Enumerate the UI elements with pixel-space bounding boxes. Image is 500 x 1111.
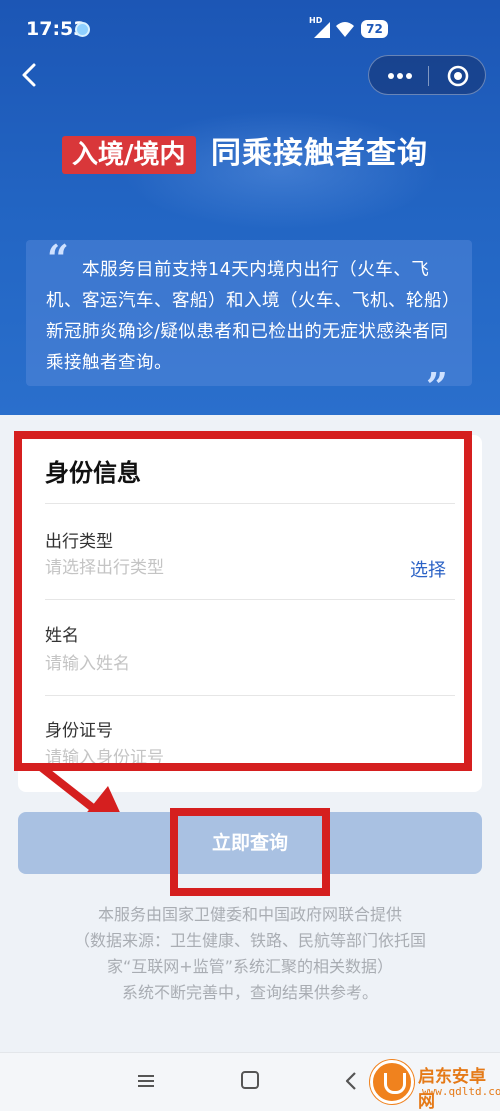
header-area: 17:53 HD 72 入境/境内 同乘接触者查询 “ 本服务目前支持14天内境… <box>0 0 500 415</box>
more-dots-icon[interactable] <box>385 68 415 84</box>
highlight-box-button <box>170 808 330 896</box>
signal-icon <box>314 22 330 38</box>
footer-line: （数据来源：卫生健康、铁路、民航等部门依托国 <box>73 931 426 950</box>
back-chevron-icon[interactable] <box>14 58 46 92</box>
service-notice: “ 本服务目前支持14天内境内出行（火车、飞机、客运汽车、客船）和入境（火车、飞… <box>26 236 472 409</box>
mini-program-capsule <box>368 55 486 95</box>
site-watermark: 启东安卓网 www.qdltd.com <box>370 1060 500 1111</box>
footer-line: 本服务由国家卫健委和中国政府网联合提供 <box>97 905 402 924</box>
entry-domestic-badge: 入境/境内 <box>62 136 196 174</box>
watermark-logo-icon <box>370 1060 414 1104</box>
close-quote-mark: ” <box>426 364 448 409</box>
footer-line: 家“互联网+监管”系统汇聚的相关数据） <box>107 957 393 976</box>
footer-disclaimer: 本服务由国家卫健委和中国政府网联合提供 （数据来源：卫生健康、铁路、民航等部门依… <box>40 902 460 1006</box>
watermark-url: www.qdltd.com <box>422 1085 500 1098</box>
page-title: 同乘接触者查询 <box>211 136 428 171</box>
home-square-icon[interactable] <box>241 1071 259 1089</box>
app-notification-icon <box>75 22 90 37</box>
status-bar: 17:53 HD 72 <box>0 0 500 58</box>
wifi-icon <box>336 22 354 37</box>
footer-line: 系统不断完善中，查询结果供参考。 <box>121 983 378 1002</box>
highlight-box-form <box>14 431 472 771</box>
notice-text: 本服务目前支持14天内境内出行（火车、飞机、客运汽车、客船）和入境（火车、飞机、… <box>46 260 460 373</box>
battery-icon: 72 <box>361 20 388 38</box>
menu-icon[interactable] <box>136 1073 156 1089</box>
capsule-divider <box>428 66 429 86</box>
target-close-icon[interactable] <box>447 65 469 87</box>
back-triangle-icon[interactable] <box>343 1070 359 1092</box>
